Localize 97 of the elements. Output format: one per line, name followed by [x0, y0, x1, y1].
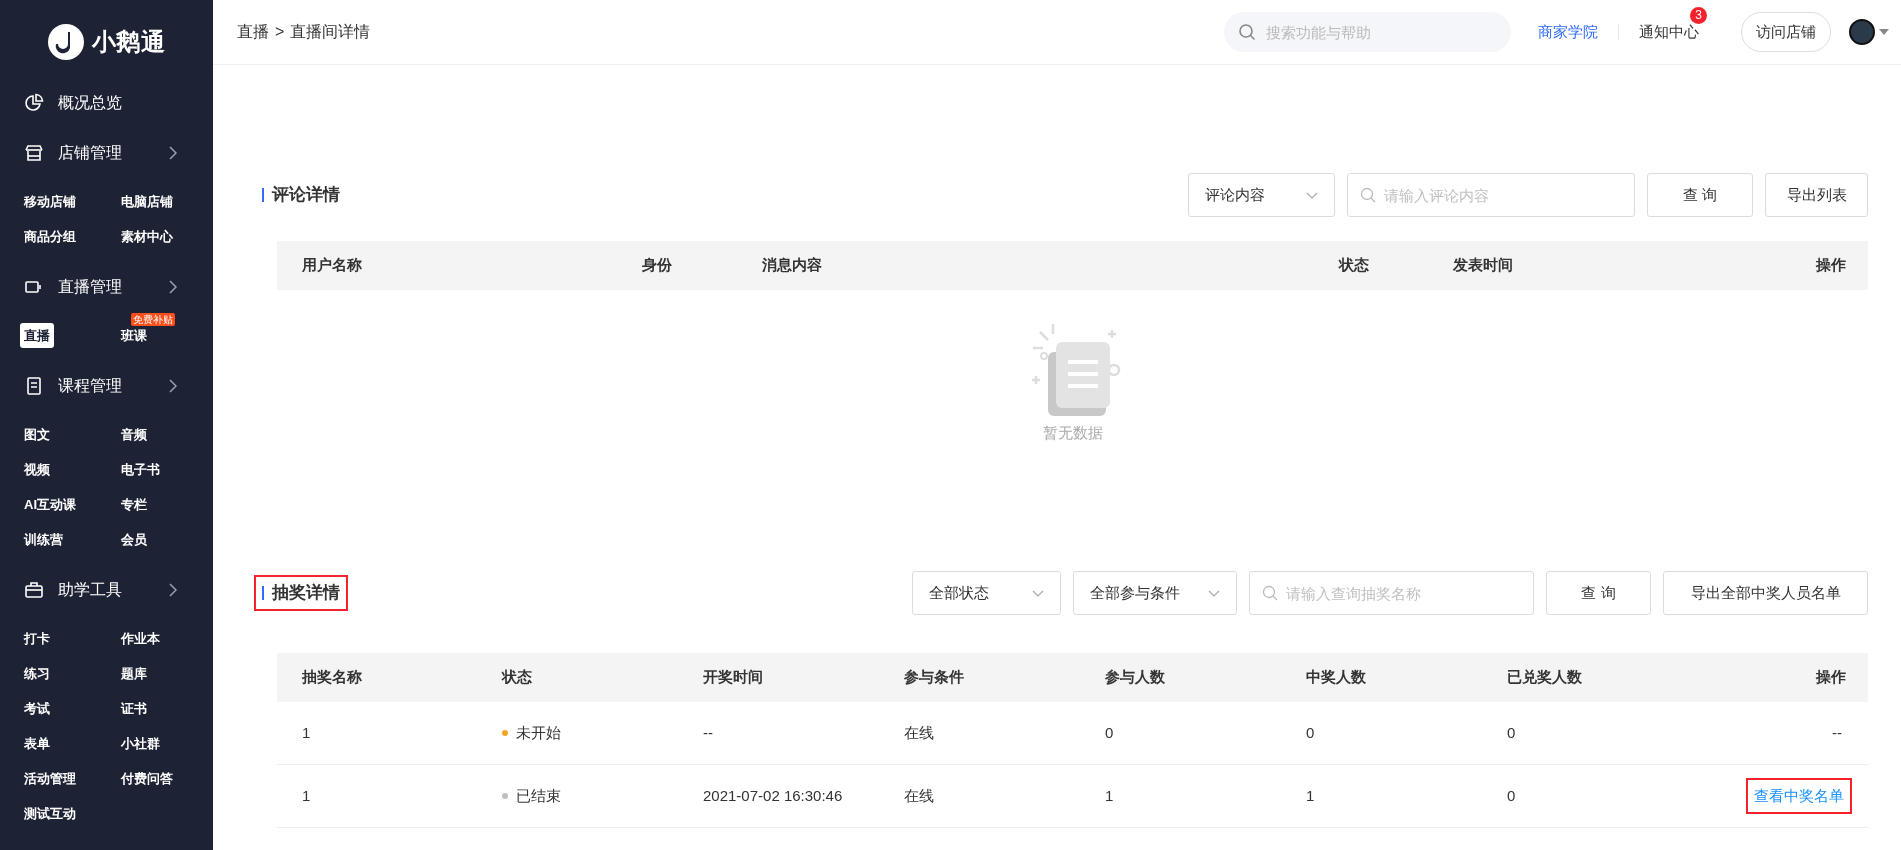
column-header: 操作	[1816, 255, 1847, 276]
toolbox-icon	[24, 580, 44, 600]
table-cell-text: --	[702, 723, 714, 743]
table-cell-text: 1	[1104, 785, 1115, 806]
breadcrumb-link[interactable]: 直播	[237, 20, 269, 44]
book-icon	[24, 376, 44, 396]
notification-link[interactable]: 通知中心	[1639, 23, 1699, 40]
status-text: 未开始	[516, 722, 561, 743]
sidebar-item[interactable]: 专栏	[116, 491, 151, 518]
breadcrumb-separator: >	[275, 22, 285, 42]
avatar-menu[interactable]	[1849, 19, 1889, 45]
sidebar-group[interactable]: 直播管理	[0, 262, 213, 312]
chevron-right-icon	[169, 583, 177, 597]
sidebar-item[interactable]: 视频	[20, 456, 54, 483]
sidebar-item[interactable]: 测试互动	[20, 800, 80, 827]
sidebar-item[interactable]: 电子书	[116, 456, 164, 483]
column-header: 消息内容	[762, 255, 823, 276]
pie-chart-icon	[24, 93, 44, 113]
sidebar-item[interactable]: 作业本	[116, 625, 164, 652]
status-text: 已结束	[516, 785, 561, 806]
sidebar-group[interactable]: 店铺管理	[0, 128, 213, 178]
sidebar-item[interactable]: 直播	[20, 322, 54, 349]
table-cell-text: --	[1831, 722, 1843, 743]
breadcrumb-current: 直播间详情	[290, 22, 371, 42]
column-header: 参与条件	[903, 667, 965, 688]
sidebar-item[interactable]: 证书	[116, 695, 151, 722]
search-icon	[1238, 23, 1256, 41]
query-button[interactable]: 查 询	[1546, 571, 1651, 615]
search-field[interactable]: 请输入评论内容	[1347, 173, 1635, 217]
sidebar-item[interactable]: 练习	[20, 660, 54, 687]
search-field[interactable]: 搜索功能与帮助	[1224, 12, 1511, 52]
sidebar-item[interactable]: 素材中心	[116, 223, 177, 250]
logo-icon	[47, 24, 84, 60]
search-icon	[1360, 187, 1376, 203]
academy-link[interactable]: 商家学院	[1538, 20, 1598, 44]
section-title: 评论详情	[254, 177, 348, 213]
search-icon	[1262, 585, 1278, 601]
sidebar-item[interactable]: AI互动课	[20, 491, 80, 518]
chevron-down-icon	[1306, 191, 1318, 199]
promo-badge: 免费补贴	[130, 313, 175, 326]
column-header: 开奖时间	[702, 667, 764, 688]
column-header: 参与人数	[1104, 667, 1166, 688]
table-cell-text: 1	[301, 722, 312, 743]
sidebar-item[interactable]: 付费问答	[116, 765, 177, 792]
table-cell-text: 1	[301, 785, 312, 806]
column-header: 状态	[500, 667, 533, 688]
table-cell-text: 1	[1305, 785, 1316, 806]
sidebar-item[interactable]: 打卡	[20, 625, 54, 652]
logo-text: 小鹅通	[91, 27, 166, 57]
sidebar-group[interactable]: 课程管理	[0, 361, 213, 411]
query-button[interactable]: 查 询	[1647, 173, 1753, 217]
column-header: 发表时间	[1453, 255, 1514, 276]
caret-down-icon	[1879, 29, 1889, 35]
sidebar-item[interactable]: 训练营	[20, 526, 67, 553]
column-header: 抽奖名称	[301, 667, 363, 688]
table-cell-text: 0	[1104, 722, 1115, 743]
table-cell-text: 在线	[903, 785, 935, 806]
notification-count: 3	[1690, 7, 1707, 24]
column-header: 操作	[1815, 667, 1847, 688]
sidebar-item[interactable]: 商品分组	[20, 223, 80, 250]
sidebar-item[interactable]: 电脑店铺	[116, 188, 177, 215]
chevron-right-icon	[169, 146, 177, 160]
filter-dropdown[interactable]: 评论内容	[1188, 173, 1335, 217]
store-icon	[24, 143, 44, 163]
sidebar-item[interactable]: 活动管理	[20, 765, 80, 792]
sidebar-group[interactable]: 助学工具	[0, 565, 213, 615]
sidebar-item[interactable]: 音频	[116, 421, 151, 448]
sidebar-item[interactable]: 会员	[116, 526, 151, 553]
column-header: 状态	[1339, 255, 1370, 276]
sidebar-item[interactable]: 小社群	[116, 730, 164, 757]
sidebar-item[interactable]: 题库	[116, 660, 151, 687]
filter-dropdown[interactable]: 全部参与条件	[1073, 571, 1237, 615]
table-cell-text: 0	[1305, 722, 1316, 743]
export-button[interactable]: 导出列表	[1765, 173, 1868, 217]
table-cell-text: 在线	[903, 722, 935, 743]
search-field[interactable]: 请输入查询抽奖名称	[1249, 571, 1534, 615]
section-title: 抽奖详情	[254, 575, 348, 611]
chevron-right-icon	[169, 379, 177, 393]
chevron-right-icon	[169, 280, 177, 294]
empty-state-text: 暂无数据	[1042, 423, 1103, 443]
export-button[interactable]: 导出全部中奖人员名单	[1663, 571, 1868, 615]
column-header: 用户名称	[301, 255, 363, 276]
column-header: 中奖人数	[1305, 667, 1367, 688]
sidebar-item[interactable]: 考试	[20, 695, 54, 722]
table-cell-text: 0	[1506, 785, 1517, 806]
chevron-down-icon	[1032, 589, 1044, 597]
table-cell-text: 0	[1506, 722, 1517, 743]
column-header: 已兑奖人数	[1506, 667, 1583, 688]
column-header: 身份	[642, 255, 673, 276]
filter-dropdown[interactable]: 全部状态	[912, 571, 1061, 615]
sidebar-item[interactable]: 移动店铺	[20, 188, 80, 215]
table-cell-text: 2021-07-02 16:30:46	[702, 786, 844, 806]
sidebar-item[interactable]: 表单	[20, 730, 54, 757]
sidebar-item[interactable]: 图文	[20, 421, 54, 448]
avatar-icon	[1849, 19, 1875, 45]
chevron-down-icon	[1208, 589, 1220, 597]
sidebar-group[interactable]: 概况总览	[0, 78, 213, 128]
